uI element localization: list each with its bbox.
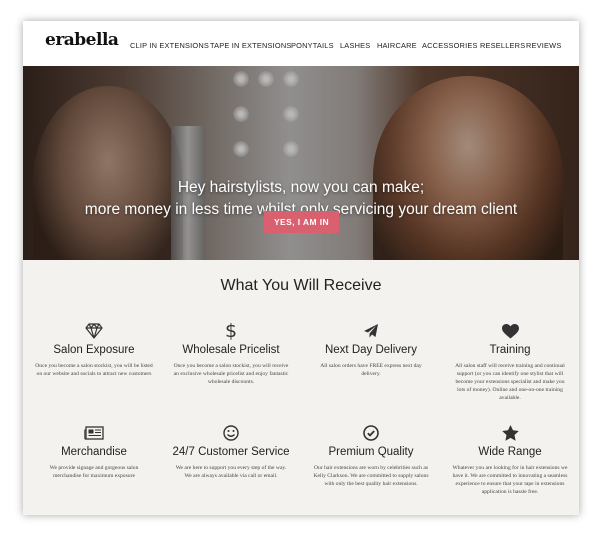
- feature-premium-quality: Premium Quality Our hair extensions are …: [306, 423, 436, 488]
- feature-title: Wholesale Pricelist: [182, 344, 280, 356]
- dollar-icon: $: [224, 320, 238, 342]
- star-icon: [445, 423, 575, 443]
- feature-training: Training All salon staff will receive tr…: [445, 321, 575, 402]
- hero-headline-1: Hey hairstylists, now you can make;: [177, 179, 425, 196]
- feature-description: Once you become a salon stockist, you wi…: [35, 363, 153, 377]
- nav-reviews[interactable]: REVIEWS: [526, 41, 561, 50]
- page-frame: erabella CLIP IN EXTENSIONS TAPE IN EXTE…: [23, 21, 579, 515]
- feature-merchandise: Merchandise We provide signage and gorge…: [29, 423, 159, 480]
- section-title: What You Will Receive: [220, 277, 382, 294]
- feature-title: 24/7 Customer Service: [172, 446, 290, 458]
- nav-accessories[interactable]: ACCESSORIES: [422, 41, 478, 50]
- feature-wholesale-pricelist: $ Wholesale Pricelist Once you become a …: [166, 320, 296, 386]
- feature-customer-service: 24/7 Customer Service We are here to sup…: [166, 423, 296, 480]
- feature-description: We provide signage and gorgeous salon me…: [49, 465, 139, 479]
- feature-title: Next Day Delivery: [324, 344, 418, 356]
- feature-title: Premium Quality: [328, 446, 414, 458]
- feature-description: All salon staff will receive training an…: [455, 363, 565, 401]
- check-circle-icon: [306, 423, 436, 443]
- nav-ponytails[interactable]: PONYTAILS: [291, 41, 334, 50]
- nav-clip-in-extensions[interactable]: CLIP IN EXTENSIONS: [130, 41, 209, 50]
- nav-haircare[interactable]: HAIRCARE: [377, 41, 417, 50]
- feature-description: We are here to support you every step of…: [175, 465, 287, 479]
- feature-description: All salon orders have FREE express next …: [320, 363, 422, 377]
- hero-banner: Hey hairstylists, now you can make; more…: [23, 66, 579, 260]
- feature-description: Whatever you are looking for in hair ext…: [452, 465, 568, 495]
- plane-icon: [306, 321, 436, 341]
- newspaper-icon: [29, 423, 159, 443]
- heart-icon: [445, 321, 575, 341]
- main-nav: CLIP IN EXTENSIONS TAPE IN EXTENSIONS PO…: [23, 41, 579, 51]
- feature-title: Merchandise: [61, 446, 127, 458]
- nav-tape-in-extensions[interactable]: TAPE IN EXTENSIONS: [210, 41, 292, 50]
- feature-next-day-delivery: Next Day Delivery All salon orders have …: [306, 321, 436, 378]
- nav-lashes[interactable]: LASHES: [340, 41, 370, 50]
- feature-description: Our hair extensions are worn by celebrit…: [313, 465, 429, 487]
- feature-title: Salon Exposure: [53, 344, 135, 356]
- site-header: erabella CLIP IN EXTENSIONS TAPE IN EXTE…: [23, 21, 579, 66]
- feature-title: Training: [489, 344, 531, 356]
- nav-resellers[interactable]: RESELLERS: [480, 41, 525, 50]
- diamond-icon: [29, 321, 159, 341]
- feature-wide-range: Wide Range Whatever you are looking for …: [445, 423, 575, 496]
- feature-description: Once you become a salon stockist, you wi…: [173, 363, 289, 385]
- yes-i-am-in-button[interactable]: YES, I AM IN: [264, 211, 339, 233]
- feature-title: Wide Range: [478, 446, 542, 458]
- smile-icon: [166, 423, 296, 443]
- feature-salon-exposure: Salon Exposure Once you become a salon s…: [29, 321, 159, 378]
